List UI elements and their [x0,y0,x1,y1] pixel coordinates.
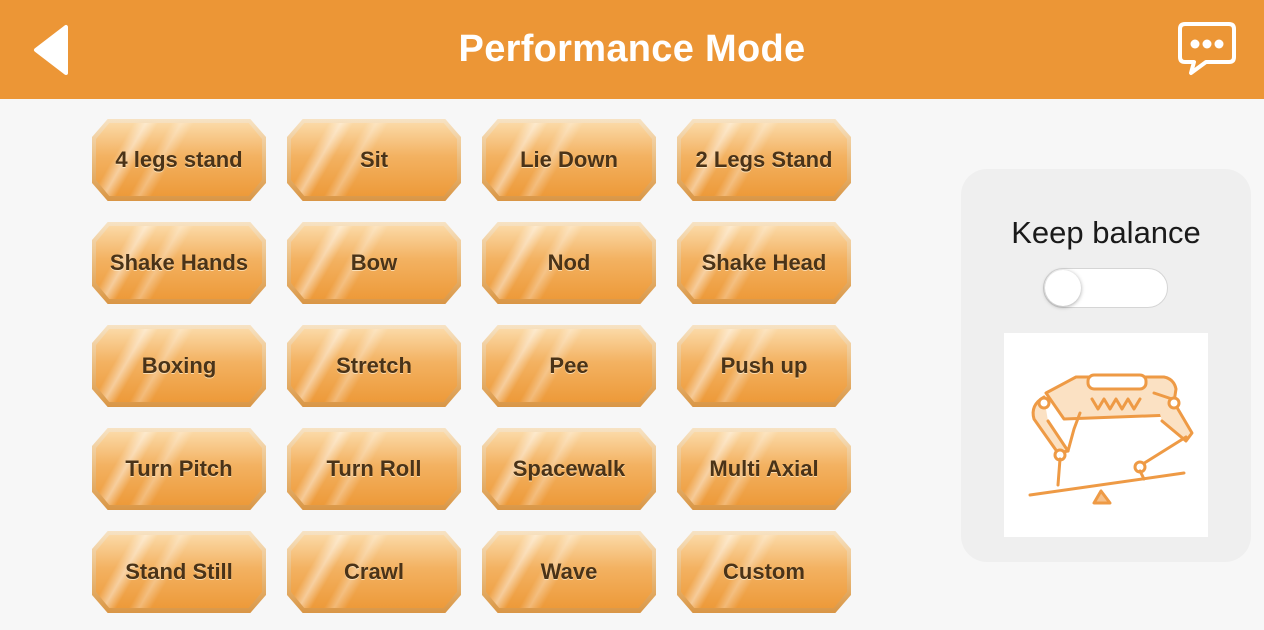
action-button-crawl[interactable]: Crawl [287,531,461,613]
top-bar: Performance Mode [0,0,1264,99]
action-button-4-legs-stand[interactable]: 4 legs stand [92,119,266,201]
action-button-label: Turn Pitch [125,456,233,481]
action-button-label: Turn Roll [326,456,422,481]
action-button-2-legs-stand[interactable]: 2 Legs Stand [677,119,851,201]
action-button-label: Shake Hands [109,250,249,275]
robot-dog-balance-icon [1028,373,1194,505]
action-button-lie-down[interactable]: Lie Down [482,119,656,201]
action-button-label: Boxing [141,353,217,378]
action-button-shake-hands[interactable]: Shake Hands [92,222,266,304]
action-button-label: 2 Legs Stand [695,147,833,172]
action-button-nod[interactable]: Nod [482,222,656,304]
action-button-stretch[interactable]: Stretch [287,325,461,407]
action-button-label: Pee [549,353,589,378]
balance-panel: Keep balance [961,169,1251,562]
action-button-boxing[interactable]: Boxing [92,325,266,407]
action-grid: 4 legs stand Sit Lie Down 2 Legs Stand Shake… [92,119,854,615]
action-button-wave[interactable]: Wave [482,531,656,613]
page-title: Performance Mode [458,28,806,70]
action-button-push-up[interactable]: Push up [677,325,851,407]
action-button-label: Spacewalk [512,456,626,481]
action-button-stand-still[interactable]: Stand Still [92,531,266,613]
action-button-multi-axial[interactable]: Multi Axial [677,428,851,510]
action-button-label: Multi Axial [709,456,819,481]
keep-balance-toggle[interactable] [1043,268,1168,308]
chat-bubble-icon [1178,22,1236,75]
action-button-label: Wave [540,559,598,584]
toggle-knob [1045,270,1081,306]
action-button-label: Bow [350,250,398,275]
action-button-label: Sit [359,147,389,172]
action-button-label: Lie Down [520,147,618,172]
action-button-pee[interactable]: Pee [482,325,656,407]
robot-illustration [1004,333,1208,537]
action-button-spacewalk[interactable]: Spacewalk [482,428,656,510]
action-button-label: 4 legs stand [115,147,243,172]
keep-balance-label: Keep balance [1011,215,1201,250]
action-button-label: Custom [723,559,805,584]
action-button-shake-head[interactable]: Shake Head [677,222,851,304]
action-button-label: Push up [720,353,808,378]
action-button-label: Stretch [336,353,412,378]
action-button-label: Nod [547,250,591,275]
action-button-sit[interactable]: Sit [287,119,461,201]
action-button-label: Stand Still [125,559,233,584]
chat-button[interactable] [1176,20,1238,78]
action-button-turn-roll[interactable]: Turn Roll [287,428,461,510]
action-button-label: Crawl [344,559,404,584]
action-button-label: Shake Head [701,250,827,275]
action-button-bow[interactable]: Bow [287,222,461,304]
action-button-custom[interactable]: Custom [677,531,851,613]
action-button-turn-pitch[interactable]: Turn Pitch [92,428,266,510]
